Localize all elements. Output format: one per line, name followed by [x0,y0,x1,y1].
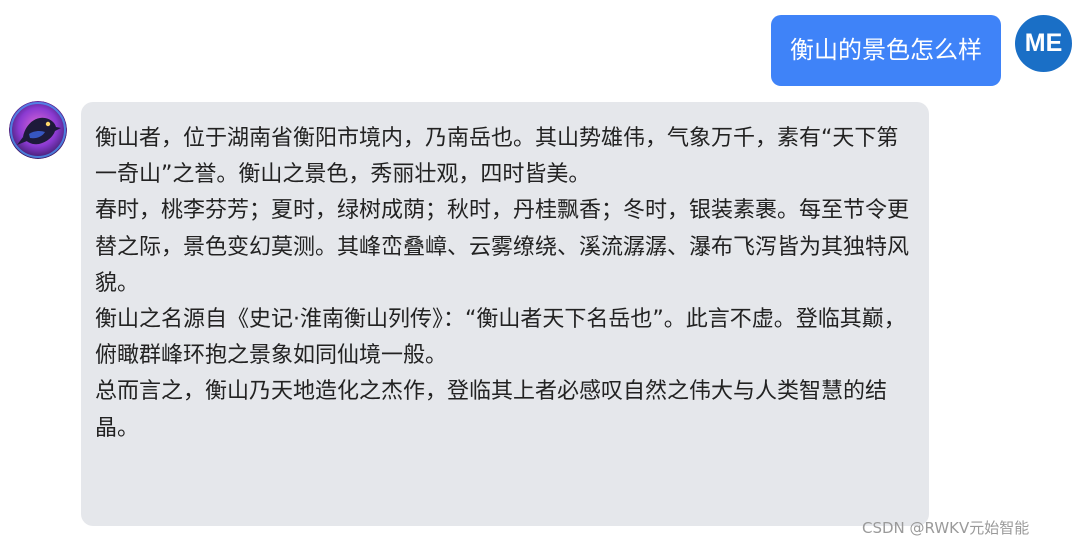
raven-bird-icon [9,101,67,159]
user-message-text: 衡山的景色怎么样 [790,36,982,64]
bot-message-paragraph: 春时，桃李芬芳；夏时，绿树成荫；秋时，丹桂飘香；冬时，银装素裹。每至节令更替之际… [95,198,910,296]
user-message-bubble: 衡山的景色怎么样 [771,15,1001,86]
bot-avatar[interactable] [9,101,67,159]
bot-message-bubble: 衡山者，位于湖南省衡阳市境内，乃南岳也。其山势雄伟，气象万千，素有“天下第一奇山… [81,102,929,526]
bot-message-paragraph: 衡山之名源自《史记·淮南衡山列传》：“衡山者天下名岳也”。此言不虚。登临其巅，俯… [95,307,906,369]
user-avatar-initials: ME [1024,29,1063,57]
bot-message-paragraph: 衡山者，位于湖南省衡阳市境内，乃南岳也。其山势雄伟，气象万千，素有“天下第一奇山… [95,126,899,188]
csdn-watermark: CSDN @RWKV元始智能 [862,519,1030,537]
bot-message-paragraph: 总而言之，衡山乃天地造化之杰作，登临其上者必感叹自然之伟大与人类智慧的结晶。 [95,379,888,441]
user-avatar[interactable]: ME [1015,15,1072,72]
